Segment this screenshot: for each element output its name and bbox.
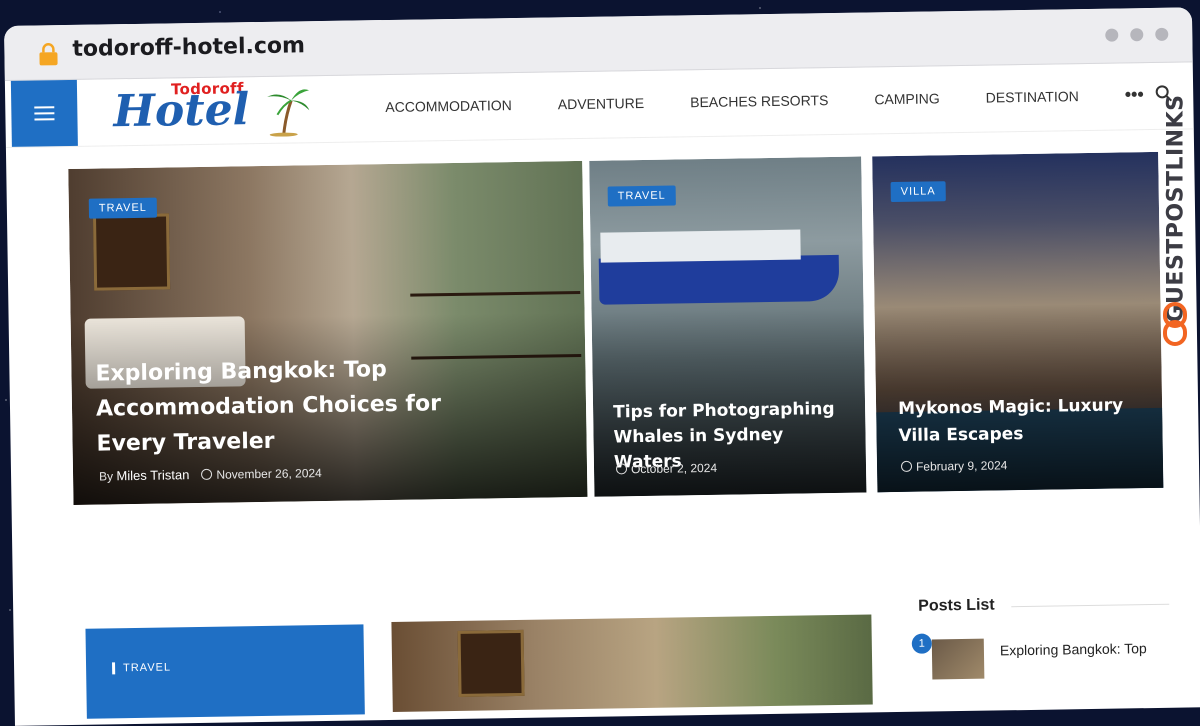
- window-controls: [1105, 27, 1169, 42]
- post-date: February 9, 2024: [915, 458, 1008, 474]
- post-title[interactable]: Mykonos Magic: Luxury Villa Escapes: [898, 392, 1149, 450]
- nav-item-adventure[interactable]: ADVENTURE: [558, 95, 645, 112]
- address-bar[interactable]: todoroff-hotel.com: [72, 33, 305, 62]
- post-title[interactable]: Exploring Bangkok: Top Accommodation Cho…: [95, 350, 517, 462]
- site-logo[interactable]: Todoroff Hotel: [113, 78, 324, 141]
- wall-art: [457, 629, 525, 697]
- nav-item-camping[interactable]: CAMPING: [874, 90, 940, 107]
- window-dot[interactable]: [1155, 27, 1169, 41]
- post-date: October 2, 2024: [630, 460, 718, 477]
- post-thumbnail[interactable]: [931, 638, 985, 680]
- featured-category-box[interactable]: TRAVEL: [85, 624, 365, 719]
- category-tag[interactable]: TRAVEL: [607, 185, 676, 207]
- featured-post-image[interactable]: [391, 614, 873, 712]
- post-meta: October 2, 2024: [615, 460, 718, 477]
- more-menu-icon[interactable]: •••: [1125, 84, 1144, 104]
- clock-icon: [201, 468, 213, 480]
- posts-list-heading: Posts List: [918, 596, 995, 615]
- category-tag[interactable]: VILLA: [890, 181, 946, 203]
- main-nav: ACCOMMODATION ADVENTURE BEACHES RESORTS …: [385, 84, 1190, 115]
- browser-window: todoroff-hotel.com Todoroff Hotel ACCOMM…: [4, 7, 1200, 726]
- post-link[interactable]: Exploring Bangkok: Top: [1000, 639, 1200, 658]
- post-date: November 26, 2024: [216, 465, 322, 482]
- guestpostlinks-watermark: GUESTPOSTLINKS: [1156, 56, 1192, 356]
- window-dot[interactable]: [1130, 28, 1144, 42]
- author-link[interactable]: Miles Tristan: [116, 467, 189, 483]
- post-meta: February 9, 2024: [900, 458, 1008, 474]
- hero-card-mykonos[interactable]: VILLA Mykonos Magic: Luxury Villa Escape…: [872, 151, 1164, 493]
- hero-card-whales[interactable]: TRAVEL Tips for Photographing Whales in …: [589, 156, 867, 497]
- link-chain-icon: [1163, 302, 1187, 346]
- hero-card-bangkok[interactable]: TRAVEL Exploring Bangkok: Top Accommodat…: [68, 160, 588, 505]
- nav-item-beaches-resorts[interactable]: BEACHES RESORTS: [690, 92, 828, 110]
- hamburger-menu-button[interactable]: [10, 79, 78, 147]
- window-dot[interactable]: [1105, 28, 1119, 42]
- category-label[interactable]: TRAVEL: [112, 661, 172, 675]
- nav-item-destination[interactable]: DESTINATION: [986, 88, 1079, 105]
- divider: [1011, 603, 1170, 608]
- post-number-badge: 1: [911, 633, 932, 654]
- lock-icon: [39, 43, 58, 66]
- menu-icon: [34, 112, 55, 115]
- category-tag[interactable]: TRAVEL: [88, 197, 158, 219]
- clock-icon: [615, 463, 628, 475]
- clock-icon: [900, 460, 913, 472]
- by-label: By: [98, 469, 114, 484]
- nav-item-accommodation[interactable]: ACCOMMODATION: [385, 97, 512, 115]
- logo-main-text: Hotel: [112, 84, 250, 138]
- palm-tree-icon: [267, 89, 310, 137]
